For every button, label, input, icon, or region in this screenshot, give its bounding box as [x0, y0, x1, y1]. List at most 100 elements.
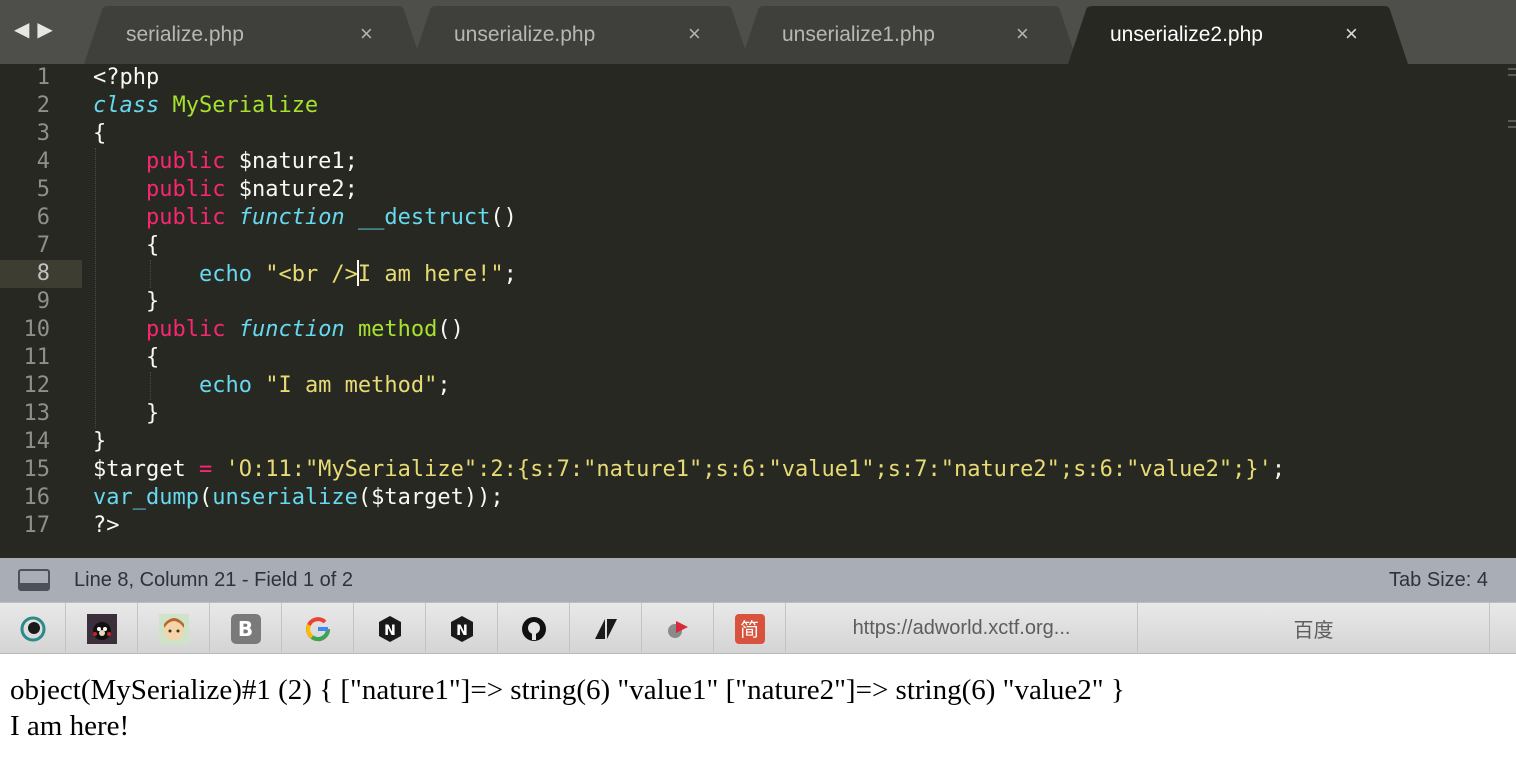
bookmarks-bar: B N N 简 https://adworld.xctf.org... 百度	[0, 602, 1516, 654]
line-number: 6	[36, 205, 50, 230]
n-badge-icon: N	[375, 614, 405, 644]
close-icon[interactable]: ×	[1016, 20, 1029, 48]
line-number: 7	[36, 233, 50, 258]
eye-spiral-icon	[18, 614, 48, 644]
code-token: }	[93, 429, 107, 454]
panel-toggle-icon[interactable]	[18, 569, 50, 591]
bookmark[interactable]: B	[210, 603, 282, 654]
code-line[interactable]: 12 echo "I am method";	[0, 372, 1516, 400]
code-token: {	[93, 233, 160, 258]
tab-unserialize[interactable]: unserialize.php ×	[412, 6, 750, 64]
tab-label: unserialize2.php	[1110, 23, 1263, 46]
code-line[interactable]: 15 $target = 'O:11:"MySerialize":2:{s:7:"…	[0, 456, 1516, 484]
bookmark[interactable]	[138, 603, 210, 654]
line-number: 1	[36, 65, 50, 90]
n-badge-icon-2: N	[447, 614, 477, 644]
tab-size[interactable]: Tab Size: 4	[1389, 569, 1488, 591]
code-token: public	[145, 177, 226, 202]
bookmark[interactable]: N	[354, 603, 426, 654]
tab-label: unserialize1.php	[782, 23, 935, 46]
code-line[interactable]: 4 public $nature1;	[0, 148, 1516, 176]
code-line[interactable]: 8 echo "<br />I am here!";	[0, 260, 1516, 288]
code-text: public function method()	[93, 316, 464, 344]
line-number: 3	[36, 121, 50, 146]
code-line[interactable]: 17 ?>	[0, 512, 1516, 540]
bookmark-label: https://adworld.xctf.org...	[852, 617, 1071, 639]
code-token: public	[145, 317, 226, 342]
code-token: public	[145, 149, 226, 174]
bookmark[interactable]: N	[426, 603, 498, 654]
code-token: (	[198, 485, 213, 510]
bookmark[interactable]	[498, 603, 570, 654]
code-token: MySerialize	[172, 93, 319, 118]
bookmark-baidu[interactable]: 百度	[1138, 603, 1490, 654]
line-number: 2	[36, 93, 50, 118]
code-line[interactable]: 5 public $nature2;	[0, 176, 1516, 204]
code-line[interactable]: 10 public function method()	[0, 316, 1516, 344]
bookmark[interactable]	[570, 603, 642, 654]
code-editor[interactable]: 1 <?php 2 class MySerialize 3{4 public $natu…	[0, 64, 1516, 558]
line-number: 8	[36, 261, 50, 286]
kumamon-avatar-icon	[86, 613, 117, 644]
code-token: "<br />	[265, 262, 358, 287]
code-text: {	[93, 232, 159, 260]
var-dump-output: object(MySerialize)#1 (2) { ["nature1"]=…	[10, 674, 1125, 706]
close-icon[interactable]: ×	[1345, 20, 1358, 48]
line-number: 5	[36, 177, 50, 202]
code-line[interactable]: 11 {	[0, 344, 1516, 372]
code-text: {	[93, 120, 106, 148]
tab-forward-arrow-icon[interactable]: ▶	[37, 18, 52, 42]
github-icon	[519, 614, 549, 644]
status-bar: Line 8, Column 21 - Field 1 of 2 Tab Siz…	[0, 558, 1516, 602]
tab-nav: ◀ ▶	[14, 18, 53, 42]
code-line[interactable]: 16 var_dump(unserialize($target));	[0, 484, 1516, 512]
svg-text:N: N	[384, 623, 396, 639]
code-line[interactable]: 2 class MySerialize	[0, 92, 1516, 120]
code-token: <?php	[93, 65, 160, 90]
bookmark[interactable]	[642, 603, 714, 654]
code-token: }	[93, 289, 160, 314]
tab-back-arrow-icon[interactable]: ◀	[14, 18, 29, 42]
code-text: public $nature1;	[93, 148, 358, 176]
bookmark[interactable]	[0, 603, 66, 654]
php-output: object(MySerialize)#1 (2) { ["nature1"]=…	[0, 654, 1516, 766]
tab-serialize[interactable]: serialize.php ×	[84, 6, 422, 64]
bookmark[interactable]: 简	[714, 603, 786, 654]
code-line[interactable]: 1 <?php	[0, 64, 1516, 92]
bookmark-adworld[interactable]: https://adworld.xctf.org...	[786, 603, 1138, 654]
close-icon[interactable]: ×	[688, 20, 701, 48]
tab-unserialize1[interactable]: unserialize1.php ×	[740, 6, 1078, 64]
code-line[interactable]: 6 public function __destruct()	[0, 204, 1516, 232]
code-token: }	[93, 401, 160, 426]
zendesk-icon	[591, 614, 621, 644]
code-line[interactable]: 13 }	[0, 400, 1516, 428]
bookmark[interactable]	[66, 603, 138, 654]
code-token: ($target));	[357, 485, 504, 510]
code-text: }	[93, 400, 159, 428]
tab-unserialize2[interactable]: unserialize2.php ×	[1068, 6, 1408, 64]
code-token: $nature1;	[225, 149, 358, 174]
code-token: public	[145, 205, 226, 230]
bookmark[interactable]	[282, 603, 354, 654]
video-play-icon	[663, 614, 693, 644]
code-token: function	[238, 205, 345, 230]
line-number: 17	[23, 513, 51, 538]
code-line[interactable]: 7 {	[0, 232, 1516, 260]
code-line[interactable]: 14}	[0, 428, 1516, 456]
code-token: $target	[93, 457, 199, 482]
code-line[interactable]: 3{	[0, 120, 1516, 148]
code-line[interactable]: 9 }	[0, 288, 1516, 316]
code-token: 'O:11:"MySerialize":2:{s:7:"nature1";s:6…	[225, 457, 1272, 482]
close-icon[interactable]: ×	[360, 20, 373, 48]
line-number: 16	[23, 485, 51, 510]
tab-bar: ◀ ▶ serialize.php × unserialize.php × un…	[0, 0, 1516, 64]
